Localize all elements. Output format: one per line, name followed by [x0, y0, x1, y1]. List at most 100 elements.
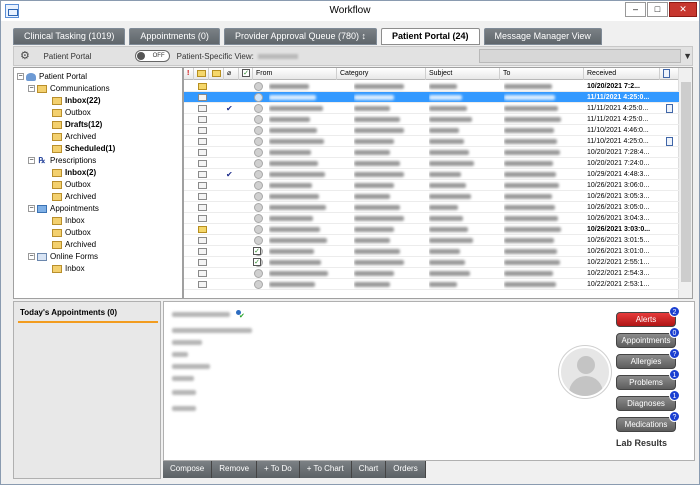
lab-results-label[interactable]: Lab Results	[616, 438, 667, 448]
tab-provider-approval-queue[interactable]: Provider Approval Queue (780) ↕	[223, 28, 378, 45]
alerts-button[interactable]: Alerts	[616, 312, 676, 327]
column-header[interactable]	[660, 68, 679, 80]
table-row[interactable]: 11/11/2021 4:25:0...	[184, 92, 679, 103]
column-header[interactable]: Subject	[426, 68, 500, 80]
column-header[interactable]: !	[184, 68, 194, 80]
tree-item[interactable]: Drafts(12)	[52, 119, 102, 130]
maximize-button[interactable]: □	[647, 2, 668, 17]
appointments-button[interactable]: Appointments	[616, 333, 676, 348]
gear-icon[interactable]	[20, 49, 37, 63]
accent-divider	[18, 321, 158, 323]
tree-item[interactable]: Inbox	[52, 263, 85, 274]
action-orders-button[interactable]: Orders	[386, 461, 426, 478]
table-row[interactable]: 10/26/2021 3:06:0...	[184, 180, 679, 191]
action-compose-button[interactable]: Compose	[163, 461, 213, 478]
status-cell	[198, 180, 210, 191]
chevron-down-icon[interactable]: ▼	[683, 51, 692, 61]
received-cell: 10/26/2021 3:05:0...	[587, 204, 650, 211]
checkbox-icon[interactable]	[253, 247, 261, 255]
minimize-button[interactable]: –	[625, 2, 646, 17]
document-icon[interactable]	[666, 104, 673, 113]
column-header[interactable]	[209, 68, 224, 80]
tab-clinical-tasking[interactable]: Clinical Tasking (1019)	[13, 28, 126, 45]
table-row[interactable]: ✔ 10/29/2021 4:48:3...	[184, 169, 679, 180]
tree-group[interactable]: − Communications	[28, 83, 110, 94]
attachment-icon[interactable]: ⌀	[224, 68, 239, 80]
tree-root[interactable]: − Patient Portal	[17, 71, 87, 82]
to-cell	[504, 213, 584, 224]
redacted-to	[504, 271, 553, 276]
tree-item[interactable]: Outbox	[52, 179, 91, 190]
tree-item[interactable]: Outbox	[52, 107, 91, 118]
column-header[interactable]: Category	[337, 68, 426, 80]
tree-item[interactable]: Archived	[52, 191, 96, 202]
table-row[interactable]: 10/26/2021 3:05:3...	[184, 191, 679, 202]
rx-icon: ℞	[38, 155, 46, 165]
redacted-to	[504, 194, 552, 199]
action-remove-button[interactable]: Remove	[212, 461, 258, 478]
envelope-icon	[198, 83, 207, 90]
tree-group[interactable]: − Online Forms	[28, 251, 98, 262]
folder-icon	[52, 132, 62, 141]
tree-item[interactable]: Inbox(22)	[52, 95, 101, 106]
column-header[interactable]	[239, 68, 253, 80]
tree-group[interactable]: − ℞ Prescriptions	[28, 155, 96, 166]
table-row[interactable]: 10/26/2021 3:03:0...	[184, 224, 679, 235]
tab-message-manager-view[interactable]: Message Manager View	[483, 28, 602, 45]
table-row[interactable]: 10/20/2021 7:24:0...	[184, 158, 679, 169]
to-cell	[504, 202, 584, 213]
column-header[interactable]	[194, 68, 209, 80]
collapse-icon[interactable]: −	[28, 253, 35, 260]
table-row[interactable]: 10/20/2021 7:28:4...	[184, 147, 679, 158]
table-row[interactable]: 10/26/2021 3:04:3...	[184, 213, 679, 224]
tree-item[interactable]: Inbox(2)	[52, 167, 96, 178]
tree-group[interactable]: − Appointments	[28, 203, 99, 214]
tree-item[interactable]: Inbox	[52, 215, 85, 226]
redacted-subject	[429, 117, 472, 122]
tab-appointments[interactable]: Appointments (0)	[129, 28, 220, 45]
tree-item[interactable]: Archived	[52, 239, 96, 250]
collapse-icon[interactable]: −	[17, 73, 24, 80]
table-row[interactable]: 10/26/2021 3:05:0...	[184, 202, 679, 213]
table-row[interactable]: 10/20/2021 7:2...	[184, 81, 679, 92]
tab-patient-portal[interactable]: Patient Portal (24)	[381, 28, 480, 45]
action-tochart-button[interactable]: + To Chart	[299, 461, 352, 478]
to-cell	[504, 114, 584, 125]
close-button[interactable]: ✕	[669, 2, 697, 17]
tree-item[interactable]: Archived	[52, 131, 96, 142]
collapse-icon[interactable]: −	[28, 157, 35, 164]
checkbox-icon[interactable]	[253, 258, 261, 266]
status-cell	[198, 81, 210, 92]
scrollbar-thumb[interactable]	[681, 82, 691, 282]
medications-button[interactable]: Medications	[616, 417, 676, 432]
from-cell	[269, 279, 349, 290]
table-row[interactable]: 10/22/2021 2:55:1...	[184, 257, 679, 268]
tree-item[interactable]: Outbox	[52, 227, 91, 238]
table-row[interactable]: 10/26/2021 3:01:0...	[184, 246, 679, 257]
table-row[interactable]: 11/11/2021 4:25:0...	[184, 114, 679, 125]
patient-view-dropdown[interactable]	[479, 49, 682, 63]
table-row[interactable]: ✔ 11/11/2021 4:25:0...	[184, 103, 679, 114]
collapse-icon[interactable]: −	[28, 205, 35, 212]
table-row[interactable]: 10/22/2021 2:53:1...	[184, 279, 679, 290]
problems-button[interactable]: Problems	[616, 375, 676, 390]
column-header[interactable]: From	[253, 68, 337, 80]
action-chart-button[interactable]: Chart	[351, 461, 387, 478]
table-row[interactable]: 11/10/2021 4:46:0...	[184, 125, 679, 136]
patient-view-toggle[interactable]: OFF	[134, 50, 170, 62]
column-header[interactable]: Received	[584, 68, 660, 80]
column-header[interactable]: To	[500, 68, 584, 80]
redacted-to	[504, 249, 557, 254]
table-row[interactable]: 10/26/2021 3:01:5...	[184, 235, 679, 246]
action-todo-button[interactable]: + To Do	[257, 461, 300, 478]
redacted-line	[172, 364, 210, 369]
tree-item[interactable]: Scheduled(1)	[52, 143, 115, 154]
category-cell	[354, 92, 434, 103]
document-icon[interactable]	[666, 137, 673, 146]
table-row[interactable]: 11/10/2021 4:25:0...	[184, 136, 679, 147]
allergies-button[interactable]: Allergies	[616, 354, 676, 369]
collapse-icon[interactable]: −	[28, 85, 35, 92]
grid-scrollbar[interactable]	[678, 68, 692, 298]
diagnoses-button[interactable]: Diagnoses	[616, 396, 676, 411]
table-row[interactable]: 10/22/2021 2:54:3...	[184, 268, 679, 279]
